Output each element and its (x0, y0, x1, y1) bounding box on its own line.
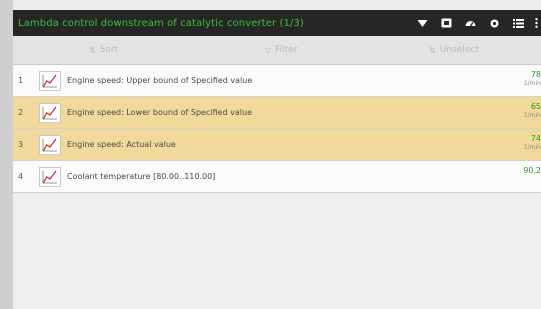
more-vertical-icon[interactable] (531, 10, 541, 36)
gear-icon[interactable] (483, 10, 505, 36)
row-value: 90.2 (523, 166, 541, 175)
wifi-icon[interactable] (411, 10, 433, 36)
list-toolbar: ⇅ Sort ▽ Filter ⇅ Unselect (13, 36, 541, 65)
list-item[interactable]: 1 Engine speed: Upper bound of Specified… (13, 65, 541, 97)
live-data-panel: Lambda control downstream of catalytic c… (13, 0, 541, 309)
value-text: 65 (530, 102, 541, 111)
list-item[interactable]: 4 Coolant temperature [80.00..110.00] 90… (13, 161, 541, 193)
row-value: 65 1/min (524, 102, 541, 120)
panel-title: Lambda control downstream of catalytic c… (18, 17, 304, 29)
list-item[interactable]: 2 Engine speed: Lower bound of Specified… (13, 97, 541, 129)
sort-button[interactable]: ⇅ Sort (89, 36, 118, 64)
list-icon[interactable] (507, 10, 529, 36)
row-number: 3 (18, 140, 24, 149)
left-sidebar-strip (0, 0, 13, 309)
filter-button[interactable]: ▽ Filter (265, 36, 297, 64)
parameter-list: 1 Engine speed: Upper bound of Specified… (13, 65, 541, 193)
unselect-icon: ⇅ (429, 45, 436, 55)
row-number: 1 (18, 76, 24, 85)
speedometer-icon[interactable] (459, 10, 481, 36)
graph-icon[interactable] (39, 102, 61, 123)
row-label: Coolant temperature [80.00..110.00] (67, 172, 216, 181)
list-item[interactable]: 3 Engine speed: Actual value 74 1/min (13, 129, 541, 161)
graph-icon[interactable] (39, 134, 61, 155)
unit-text: 1/min (523, 112, 541, 119)
unselect-button[interactable]: ⇅ Unselect (429, 36, 479, 64)
graph-icon[interactable] (39, 166, 61, 187)
unit-text: 1/min (523, 80, 541, 87)
value-text: 74 (530, 134, 541, 143)
row-label: Engine speed: Lower bound of Specified v… (67, 108, 252, 117)
graph-icon[interactable] (39, 70, 61, 91)
sort-icon: ⇅ (89, 45, 96, 55)
row-value: 74 1/min (524, 134, 541, 152)
header-toolbar (409, 10, 541, 36)
list-empty-area (13, 193, 541, 309)
row-value: 78 1/min (524, 70, 541, 88)
row-number: 4 (18, 172, 24, 181)
panel-header: Lambda control downstream of catalytic c… (13, 10, 541, 36)
row-number: 2 (18, 108, 24, 117)
unit-text: 1/min (523, 144, 541, 151)
value-text: 78 (530, 70, 541, 79)
screenshot-icon[interactable] (435, 10, 457, 36)
value-text: 90.2 (523, 166, 541, 175)
row-label: Engine speed: Upper bound of Specified v… (67, 76, 253, 85)
filter-icon: ▽ (265, 45, 272, 55)
sort-label: Sort (99, 45, 119, 55)
row-label: Engine speed: Actual value (67, 140, 176, 149)
unselect-label: Unselect (439, 45, 479, 55)
filter-label: Filter (275, 45, 298, 55)
